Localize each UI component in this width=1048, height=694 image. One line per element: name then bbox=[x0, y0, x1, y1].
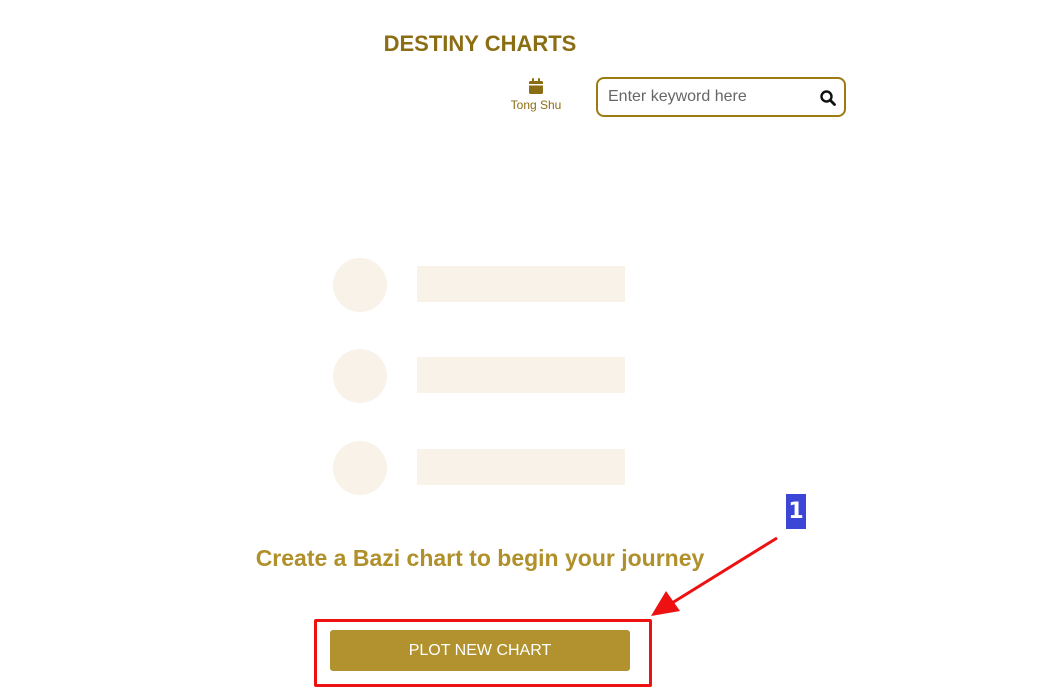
annotation-arrow bbox=[651, 536, 778, 616]
